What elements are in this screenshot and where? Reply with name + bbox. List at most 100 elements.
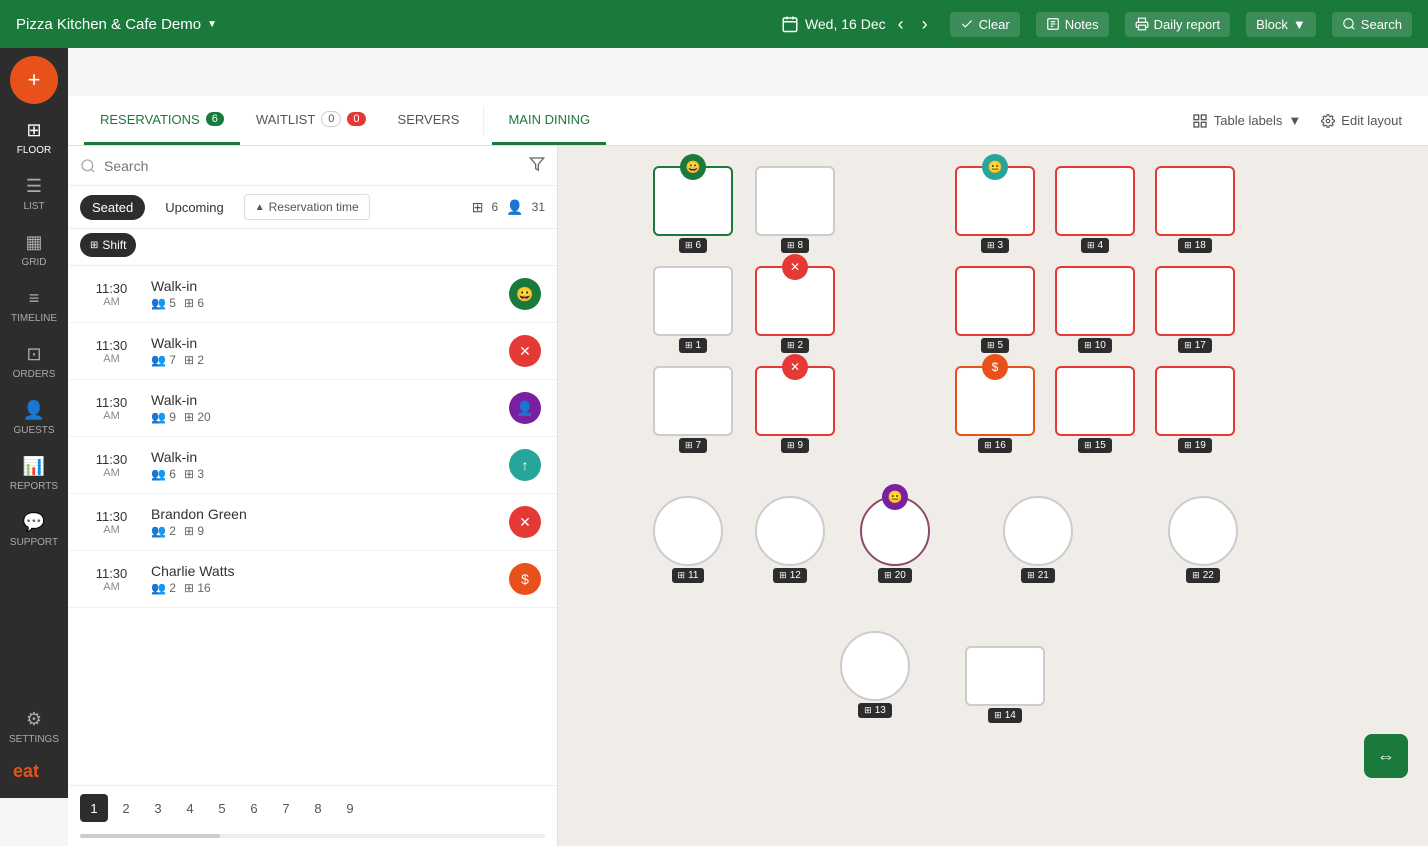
table-6[interactable]: 😀 ⊞ 6 bbox=[653, 166, 733, 253]
filter-button[interactable] bbox=[529, 156, 545, 175]
page-button-2[interactable]: 2 bbox=[112, 794, 140, 822]
page-button-8[interactable]: 8 bbox=[304, 794, 332, 822]
page-scrollbar[interactable] bbox=[80, 834, 545, 838]
table-avatar-9: ✕ bbox=[782, 354, 808, 380]
shift-label: Shift bbox=[102, 238, 126, 252]
reserve-button[interactable]: + bbox=[10, 56, 58, 104]
table-label-6: ⊞ 6 bbox=[679, 238, 707, 253]
table-avatar-2: ✕ bbox=[782, 254, 808, 280]
expand-button[interactable]: ⇔ bbox=[1364, 734, 1408, 778]
table-12[interactable]: ⊞ 12 bbox=[755, 496, 825, 583]
search-button[interactable]: Search bbox=[1332, 12, 1412, 37]
table-2[interactable]: ✕⊞ 2 bbox=[755, 266, 835, 353]
table-4[interactable]: ⊞ 4 bbox=[1055, 166, 1135, 253]
page-button-5[interactable]: 5 bbox=[208, 794, 236, 822]
reservation-item[interactable]: 11:30 AM Charlie Watts 👥 2 ⊞ 16 $ bbox=[68, 551, 557, 608]
sidebar-item-support[interactable]: 💬 SUPPORT bbox=[0, 504, 68, 556]
tab-reservations[interactable]: RESERVATIONS 6 bbox=[84, 96, 240, 145]
sidebar-item-list[interactable]: ☰ LIST bbox=[0, 168, 68, 220]
sidebar-item-reports[interactable]: 📊 REPORTS bbox=[0, 448, 68, 500]
table-label-8: ⊞ 8 bbox=[781, 238, 809, 253]
settings-icon: ⚙ bbox=[26, 709, 42, 730]
table-14[interactable]: ⊞ 14 bbox=[965, 646, 1045, 723]
edit-layout-button[interactable]: Edit layout bbox=[1311, 108, 1412, 133]
res-time: 11:30 AM bbox=[84, 509, 139, 536]
reservation-item[interactable]: 11:30 AM Walk-in 👥 7 ⊞ 2 ✕ bbox=[68, 323, 557, 380]
reservation-item[interactable]: 11:30 AM Walk-in 👥 5 ⊞ 6 😀 bbox=[68, 266, 557, 323]
tab-waitlist[interactable]: WAITLIST 0 0 bbox=[240, 96, 382, 145]
content-area: Seated Upcoming ▲ Reservation time ⊞ 6 👤… bbox=[68, 146, 1428, 846]
orders-icon: ⊡ bbox=[26, 344, 41, 365]
reservation-item[interactable]: 11:30 AM Walk-in 👥 6 ⊞ 3 ↑ bbox=[68, 437, 557, 494]
table-avatar-3: 😐 bbox=[982, 154, 1008, 180]
table-shape-7 bbox=[653, 366, 733, 436]
page-button-4[interactable]: 4 bbox=[176, 794, 204, 822]
edit-layout-label: Edit layout bbox=[1341, 113, 1402, 128]
sidebar-item-timeline[interactable]: ≡ TIMELINE bbox=[0, 280, 68, 332]
table-22[interactable]: ⊞ 22 bbox=[1168, 496, 1238, 583]
table-18[interactable]: ⊞ 18 bbox=[1155, 166, 1235, 253]
upcoming-filter-button[interactable]: Upcoming bbox=[153, 195, 236, 220]
table-21[interactable]: ⊞ 21 bbox=[1003, 496, 1073, 583]
table-3[interactable]: 😐⊞ 3 bbox=[955, 166, 1035, 253]
table-15[interactable]: ⊞ 15 bbox=[1055, 366, 1135, 453]
table-1[interactable]: ⊞ 1 bbox=[653, 266, 733, 353]
table-11[interactable]: ⊞ 11 bbox=[653, 496, 723, 583]
page-button-3[interactable]: 3 bbox=[144, 794, 172, 822]
sidebar-item-orders[interactable]: ⊡ ORDERS bbox=[0, 336, 68, 388]
tab-servers[interactable]: SERVERS bbox=[382, 96, 476, 145]
table-10[interactable]: ⊞ 10 bbox=[1055, 266, 1135, 353]
table-shape-12 bbox=[755, 496, 825, 566]
table-labels-button[interactable]: Table labels ▼ bbox=[1182, 108, 1312, 134]
block-dropdown-icon: ▼ bbox=[1293, 17, 1306, 32]
table-8[interactable]: ⊞ 8 bbox=[755, 166, 835, 253]
table-20[interactable]: 😐⊞ 20 bbox=[860, 496, 930, 583]
filter-stats: ⊞ 6 👤 31 bbox=[472, 199, 545, 216]
sidebar-item-floor[interactable]: ⊞ FLOOR bbox=[0, 112, 68, 164]
page-button-9[interactable]: 9 bbox=[336, 794, 364, 822]
tab-main-dining[interactable]: MAIN DINING bbox=[492, 96, 606, 145]
main-content: RESERVATIONS 6 WAITLIST 0 0 SERVERS MAIN… bbox=[68, 96, 1428, 846]
table-13[interactable]: ⊞ 13 bbox=[840, 631, 910, 718]
sidebar-grid-label: GRID bbox=[22, 257, 47, 268]
gear-icon bbox=[1321, 114, 1335, 128]
table-5[interactable]: ⊞ 5 bbox=[955, 266, 1035, 353]
block-button[interactable]: Block ▼ bbox=[1246, 12, 1316, 37]
table-avatar-6: 😀 bbox=[680, 154, 706, 180]
clear-button[interactable]: Clear bbox=[950, 12, 1020, 37]
table-label-10: ⊞ 10 bbox=[1078, 338, 1112, 353]
table-shape-6: 😀 bbox=[653, 166, 733, 236]
table-7[interactable]: ⊞ 7 bbox=[653, 366, 733, 453]
seated-filter-button[interactable]: Seated bbox=[80, 195, 145, 220]
sidebar-settings-label: SETTINGS bbox=[9, 734, 59, 745]
page-button-1[interactable]: 1 bbox=[80, 794, 108, 822]
sidebar-item-settings[interactable]: ⚙ SETTINGS bbox=[5, 701, 63, 753]
table-9[interactable]: ✕⊞ 9 bbox=[755, 366, 835, 453]
sort-button[interactable]: ▲ Reservation time bbox=[244, 194, 370, 220]
reservation-item[interactable]: 11:30 AM Brandon Green 👥 2 ⊞ 9 ✕ bbox=[68, 494, 557, 551]
notes-button[interactable]: Notes bbox=[1036, 12, 1109, 37]
next-date-button[interactable]: › bbox=[916, 12, 934, 37]
table-17[interactable]: ⊞ 17 bbox=[1155, 266, 1235, 353]
reports-icon: 📊 bbox=[23, 456, 45, 477]
table-shape-5 bbox=[955, 266, 1035, 336]
reservation-item[interactable]: 11:30 AM Walk-in 👥 9 ⊞ 20 👤 bbox=[68, 380, 557, 437]
page-button-6[interactable]: 6 bbox=[240, 794, 268, 822]
search-input[interactable] bbox=[104, 158, 521, 174]
table-16[interactable]: $⊞ 16 bbox=[955, 366, 1035, 453]
page-button-7[interactable]: 7 bbox=[272, 794, 300, 822]
date-display: Wed, 16 Dec bbox=[805, 16, 886, 32]
prev-date-button[interactable]: ‹ bbox=[892, 12, 910, 37]
table-labels-label: Table labels bbox=[1214, 113, 1283, 128]
res-info: Walk-in 👥 7 ⊞ 2 bbox=[151, 335, 497, 367]
table-shape-3: 😐 bbox=[955, 166, 1035, 236]
sidebar-item-grid[interactable]: ▦ GRID bbox=[0, 224, 68, 276]
brand-name[interactable]: Pizza Kitchen & Cafe Demo ▼ bbox=[16, 16, 217, 33]
shift-chip[interactable]: ⊞ Shift bbox=[80, 233, 136, 257]
daily-report-button[interactable]: Daily report bbox=[1125, 12, 1230, 37]
table-shape-9: ✕ bbox=[755, 366, 835, 436]
res-avatar: 😀 bbox=[509, 278, 541, 310]
table-19[interactable]: ⊞ 19 bbox=[1155, 366, 1235, 453]
sidebar-item-guests[interactable]: 👤 GUESTS bbox=[0, 392, 68, 444]
table-label-16: ⊞ 16 bbox=[978, 438, 1012, 453]
